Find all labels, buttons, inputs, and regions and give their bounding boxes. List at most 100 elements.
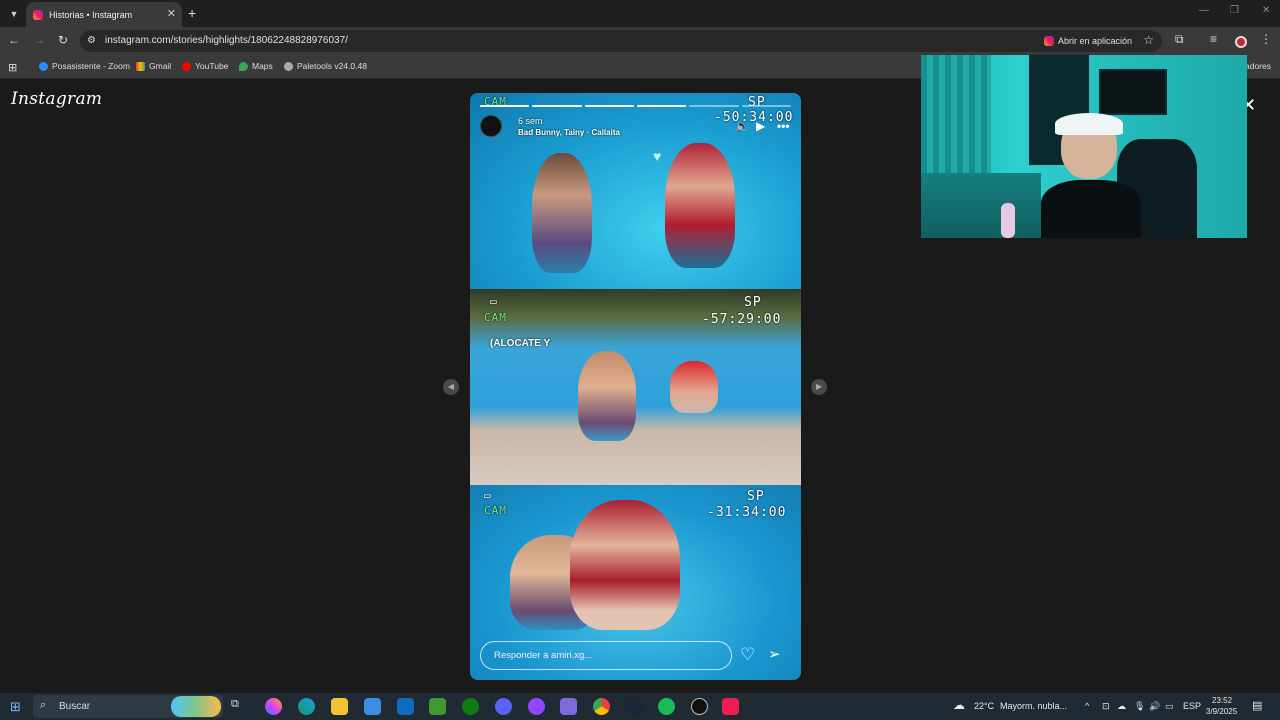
bookmark-maps[interactable]: Maps xyxy=(239,61,273,71)
store-icon[interactable] xyxy=(364,698,381,715)
task-view-icon[interactable]: ⧉ xyxy=(231,698,248,715)
steam-icon[interactable] xyxy=(626,698,643,715)
bookmark-paletools[interactable]: Paletools v24.0.48 xyxy=(284,61,367,71)
photo-person-right xyxy=(665,143,735,268)
search-icon: ⌕ xyxy=(40,699,47,711)
vhs-battery-icon: ▭ xyxy=(490,295,498,308)
bookmark-youtube[interactable]: YouTube xyxy=(182,61,228,71)
story-progress-bar xyxy=(480,105,791,107)
photo-person-right xyxy=(670,361,718,413)
reload-icon[interactable]: ↻ xyxy=(55,33,71,47)
extensions-icon[interactable]: ⧉ xyxy=(1175,32,1184,47)
open-in-app-button[interactable]: Abrir en aplicación xyxy=(1043,33,1132,49)
onedrive-icon[interactable]: ☁ xyxy=(1117,701,1126,712)
zoom-icon xyxy=(39,61,48,71)
windows-taskbar: ⊞ ⌕ Buscar ⧉ ☁ 22°C Mayorm. nubla... ^ ⊡… xyxy=(0,693,1280,720)
apps-grid-icon[interactable]: ⊞ xyxy=(8,61,17,74)
instagram-favicon-icon xyxy=(33,9,43,20)
copilot-icon[interactable] xyxy=(265,698,282,715)
story-song[interactable]: Bad Bunny, Tainy · Callaita xyxy=(518,128,620,137)
volume-icon[interactable]: 🔊 xyxy=(1149,701,1160,712)
minimize-icon[interactable]: — xyxy=(1199,5,1209,16)
mic-icon[interactable]: 🎙 xyxy=(1134,701,1145,712)
mute-icon[interactable]: 🔈 xyxy=(735,119,750,133)
tab-search-icon[interactable]: ▼ xyxy=(6,6,22,22)
restore-icon[interactable]: ❐ xyxy=(1230,5,1239,16)
webcam-cap xyxy=(1055,113,1123,135)
more-options-icon[interactable]: ••• xyxy=(777,119,790,133)
file-explorer-icon[interactable] xyxy=(331,698,348,715)
webcam-overlay xyxy=(921,55,1247,238)
obs-icon[interactable] xyxy=(691,698,708,715)
spotify-icon[interactable] xyxy=(658,698,675,715)
story-overlay-text: (ALOCATE Y xyxy=(490,338,551,349)
previous-story-icon[interactable]: ◀ xyxy=(443,379,459,395)
window-close-icon[interactable]: ✕ xyxy=(1262,5,1270,16)
globe-icon xyxy=(284,61,293,71)
minecraft-icon[interactable] xyxy=(429,698,446,715)
story-header: 6 sem Bad Bunny, Tainy · Callaita 🔈 ▶ ••… xyxy=(480,115,791,139)
story-progress-segment xyxy=(689,105,739,107)
clock-time[interactable]: 23:52 xyxy=(1212,696,1232,705)
instagram-app-icon xyxy=(1043,36,1054,46)
address-bar[interactable]: ⚙ instagram.com/stories/highlights/18062… xyxy=(80,30,1162,52)
story-progress-segment xyxy=(480,105,530,107)
notifications-icon[interactable]: ▤ xyxy=(1252,699,1262,712)
story-progress-segment xyxy=(532,105,582,107)
open-app-label: Abrir en aplicación xyxy=(1057,36,1132,46)
tab-title: Historias • Instagram xyxy=(49,9,133,20)
profile-avatar[interactable] xyxy=(1235,36,1247,48)
clock-date[interactable]: 3/9/2025 xyxy=(1206,707,1237,716)
menu-icon[interactable]: ⋮ xyxy=(1260,32,1272,46)
network-icon[interactable]: ▭ xyxy=(1165,701,1174,712)
url-text[interactable]: instagram.com/stories/highlights/1806224… xyxy=(105,35,348,46)
xbox-icon[interactable] xyxy=(462,698,479,715)
tray-app-icon[interactable]: ⊡ xyxy=(1102,701,1110,712)
language-indicator[interactable]: ESP xyxy=(1183,701,1201,711)
share-send-icon[interactable]: ➢ xyxy=(768,645,781,663)
forward-icon[interactable]: → xyxy=(31,33,47,47)
heart-sticker-icon: ♥ xyxy=(653,148,662,164)
outlook-icon[interactable] xyxy=(397,698,414,715)
windows-start-icon[interactable]: ⊞ xyxy=(10,699,21,715)
close-tab-icon[interactable]: ✕ xyxy=(167,7,176,20)
like-heart-icon[interactable]: ♡ xyxy=(740,645,755,665)
next-story-icon[interactable]: ▶ xyxy=(811,379,827,395)
photo-person-left xyxy=(578,351,636,441)
weather-icon[interactable]: ☁ xyxy=(953,698,965,712)
story-panel-2: ▭ CAM SP -57:29:00 xyxy=(470,289,801,485)
bookmark-gmail[interactable]: Gmail xyxy=(136,61,171,71)
bookmark-zoom[interactable]: Posasistente - Zoom xyxy=(39,61,130,71)
media-control-icon[interactable]: ≡ xyxy=(1210,32,1217,46)
photo-person-right xyxy=(570,500,680,630)
browser-tab-active[interactable]: Historias • Instagram ✕ xyxy=(26,2,182,27)
back-icon[interactable]: ← xyxy=(6,33,22,47)
tray-overflow-icon[interactable]: ^ xyxy=(1085,701,1089,711)
story-progress-segment xyxy=(636,105,687,107)
edge-icon[interactable] xyxy=(298,698,315,715)
vhs-mode-label: SP xyxy=(744,295,762,310)
chrome-icon[interactable] xyxy=(593,698,610,715)
maps-pin-icon xyxy=(239,61,248,71)
bookmark-star-icon[interactable]: ☆ xyxy=(1143,33,1154,47)
weather-desc[interactable]: Mayorm. nubla... xyxy=(1000,701,1067,711)
fifa-app-icon[interactable] xyxy=(560,698,577,715)
bookmark-overflow[interactable]: adores xyxy=(1245,61,1271,71)
new-tab-icon[interactable]: + xyxy=(188,5,196,21)
weather-temp[interactable]: 22°C xyxy=(974,701,994,711)
tiktok-icon[interactable] xyxy=(722,698,739,715)
play-icon[interactable]: ▶ xyxy=(756,119,765,133)
vhs-mode-label: SP xyxy=(747,489,765,504)
site-info-icon[interactable]: ⚙ xyxy=(87,35,96,46)
discord-icon[interactable] xyxy=(495,698,512,715)
photo-person-left xyxy=(532,153,592,273)
webcam-tv xyxy=(1099,69,1167,115)
instagram-logo[interactable]: Instagram xyxy=(11,89,102,109)
search-highlight-image xyxy=(171,696,221,717)
story-viewer[interactable]: CAM SP -50:34:00 ♥ ▭ CAM SP -57:29:00 ▭ … xyxy=(470,93,801,680)
reply-input[interactable]: Responder a amiri.xg... xyxy=(480,641,732,670)
browser-toolbar: ← → ↻ ⚙ instagram.com/stories/highlights… xyxy=(0,27,1280,55)
taskbar-search[interactable]: ⌕ Buscar xyxy=(33,695,223,718)
story-avatar[interactable] xyxy=(480,115,502,137)
twitch-icon[interactable] xyxy=(528,698,545,715)
